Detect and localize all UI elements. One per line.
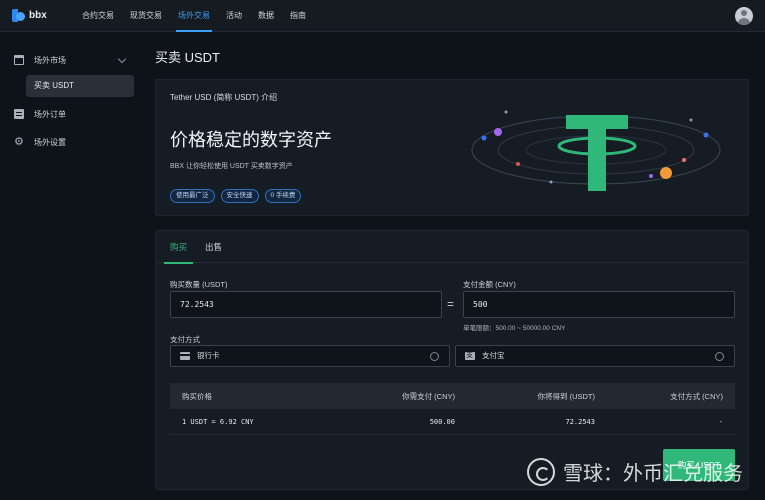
cell-price: 1 USDT = 6.92 CNY xyxy=(182,417,254,426)
planet-red-right xyxy=(682,158,686,162)
sidebar-item-otc-settings[interactable]: ⚙ 场外设置 xyxy=(0,129,143,155)
snowball-watermark: 雪球：外币汇兑服务 xyxy=(527,457,743,486)
cell-payment-method: - xyxy=(718,417,723,426)
nav-contract-trading[interactable]: 合约交易 xyxy=(74,0,122,32)
table-header: 购买价格 你需支付 (CNY) 你将得到 (USDT) 支付方式 (CNY) xyxy=(170,383,735,409)
store-icon xyxy=(14,55,24,65)
planet-purple xyxy=(494,128,502,136)
nav-guide[interactable]: 指南 xyxy=(282,0,314,32)
planet-orange xyxy=(660,167,672,179)
main-content: 买卖 USDT Tether USD (简称 USDT) 介绍 价格稳定的数字资… xyxy=(155,32,749,490)
sidebar-item-otc-market[interactable]: 场外市场 xyxy=(0,47,143,73)
star-1 xyxy=(504,110,508,114)
badge-zero-fee: 0 手续费 xyxy=(264,189,302,203)
tab-buy[interactable]: 购买 xyxy=(163,231,194,264)
bbx-logo-icon xyxy=(12,9,25,22)
bank-card-icon xyxy=(180,352,190,360)
nav-otc-trading[interactable]: 场外交易 xyxy=(170,0,218,32)
page-title: 买卖 USDT xyxy=(155,50,221,65)
header-price: 购买价格 xyxy=(182,391,212,401)
payment-option-alipay[interactable]: 支付宝 xyxy=(455,345,735,367)
usdt-intro-banner: Tether USD (简称 USDT) 介绍 价格稳定的数字资产 BBX 让你… xyxy=(155,79,749,216)
hero-subtitle: Tether USD (简称 USDT) 介绍 xyxy=(170,93,278,102)
quantity-input[interactable]: 72.2543 xyxy=(170,291,442,318)
amount-input[interactable]: 500 xyxy=(463,291,735,318)
chevron-down-icon[interactable] xyxy=(117,54,127,64)
sidebar: 场外市场 买卖 USDT 场外订单 ⚙ 场外设置 xyxy=(0,32,143,500)
sidebar-item-buy-sell-usdt[interactable]: 买卖 USDT xyxy=(26,75,134,97)
nav-data[interactable]: 数据 xyxy=(250,0,282,32)
planet-red xyxy=(516,162,520,166)
planet-blue xyxy=(481,135,487,141)
nav-spot-trading[interactable]: 现货交易 xyxy=(122,0,170,32)
gear-icon: ⚙ xyxy=(14,136,24,148)
user-avatar-icon[interactable] xyxy=(735,7,753,25)
planet-blue-right xyxy=(703,132,709,138)
trade-panel: 购买 出售 购买数量 (USDT) 72.2543 = 支付金额 (CNY) 5… xyxy=(155,230,749,490)
tab-sell[interactable]: 出售 xyxy=(205,231,222,263)
document-icon xyxy=(14,109,24,119)
star-2 xyxy=(549,180,553,184)
alipay-icon xyxy=(465,351,475,361)
payment-option-label: 支付宝 xyxy=(482,351,505,360)
table-row: 1 USDT = 6.92 CNY 500.00 72.2543 - xyxy=(170,409,735,435)
trade-tabs: 购买 出售 xyxy=(156,231,748,264)
logo-text: bbx xyxy=(29,10,47,21)
sidebar-item-otc-orders[interactable]: 场外订单 xyxy=(0,101,143,127)
equals-sign: = xyxy=(447,297,455,311)
cell-receive: 72.2543 xyxy=(565,417,595,426)
payment-option-label: 银行卡 xyxy=(197,351,220,360)
feature-badges: 使用最广泛 安全快速 0 手续费 xyxy=(170,189,302,203)
header-receive: 你将得到 (USDT) xyxy=(537,391,596,401)
quantity-label: 购买数量 (USDT) xyxy=(170,280,228,289)
sidebar-item-label: 场外市场 xyxy=(34,55,66,65)
order-summary-table: 购买价格 你需支付 (CNY) 你将得到 (USDT) 支付方式 (CNY) 1… xyxy=(170,383,735,435)
star-3 xyxy=(689,118,693,122)
single-order-limit: 单笔限额：500.00 ~ 50000.00 CNY xyxy=(463,325,566,332)
tether-logo-icon xyxy=(471,110,721,191)
payment-option-bank-card[interactable]: 银行卡 xyxy=(170,345,450,367)
hero-headline: 价格稳定的数字资产 xyxy=(170,130,332,150)
cell-pay: 500.00 xyxy=(429,417,455,426)
header-payment-method: 支付方式 (CNY) xyxy=(670,391,723,401)
payment-method-label: 支付方式 xyxy=(170,335,200,344)
bank-card-radio[interactable] xyxy=(430,352,439,361)
main-nav: 合约交易 现货交易 场外交易 活动 数据 指南 xyxy=(74,0,314,32)
sidebar-item-label: 场外订单 xyxy=(34,109,66,119)
alipay-radio[interactable] xyxy=(715,352,724,361)
snowball-logo-icon xyxy=(527,457,555,486)
top-navbar: bbx 合约交易 现货交易 场外交易 活动 数据 指南 xyxy=(0,0,765,32)
sidebar-item-label: 场外设置 xyxy=(34,137,66,147)
badge-safe-fast: 安全快速 xyxy=(220,189,259,203)
bbx-logo[interactable]: bbx xyxy=(12,9,74,22)
header-pay: 你需支付 (CNY) xyxy=(402,391,455,401)
planet-violet xyxy=(649,174,653,178)
nav-activities[interactable]: 活动 xyxy=(218,0,250,32)
amount-label: 支付金额 (CNY) xyxy=(463,280,516,289)
watermark-text: 雪球：外币汇兑服务 xyxy=(563,463,743,485)
badge-most-used: 使用最广泛 xyxy=(170,189,215,203)
hero-description: BBX 让你轻松使用 USDT 买卖数字资产 xyxy=(170,163,293,170)
